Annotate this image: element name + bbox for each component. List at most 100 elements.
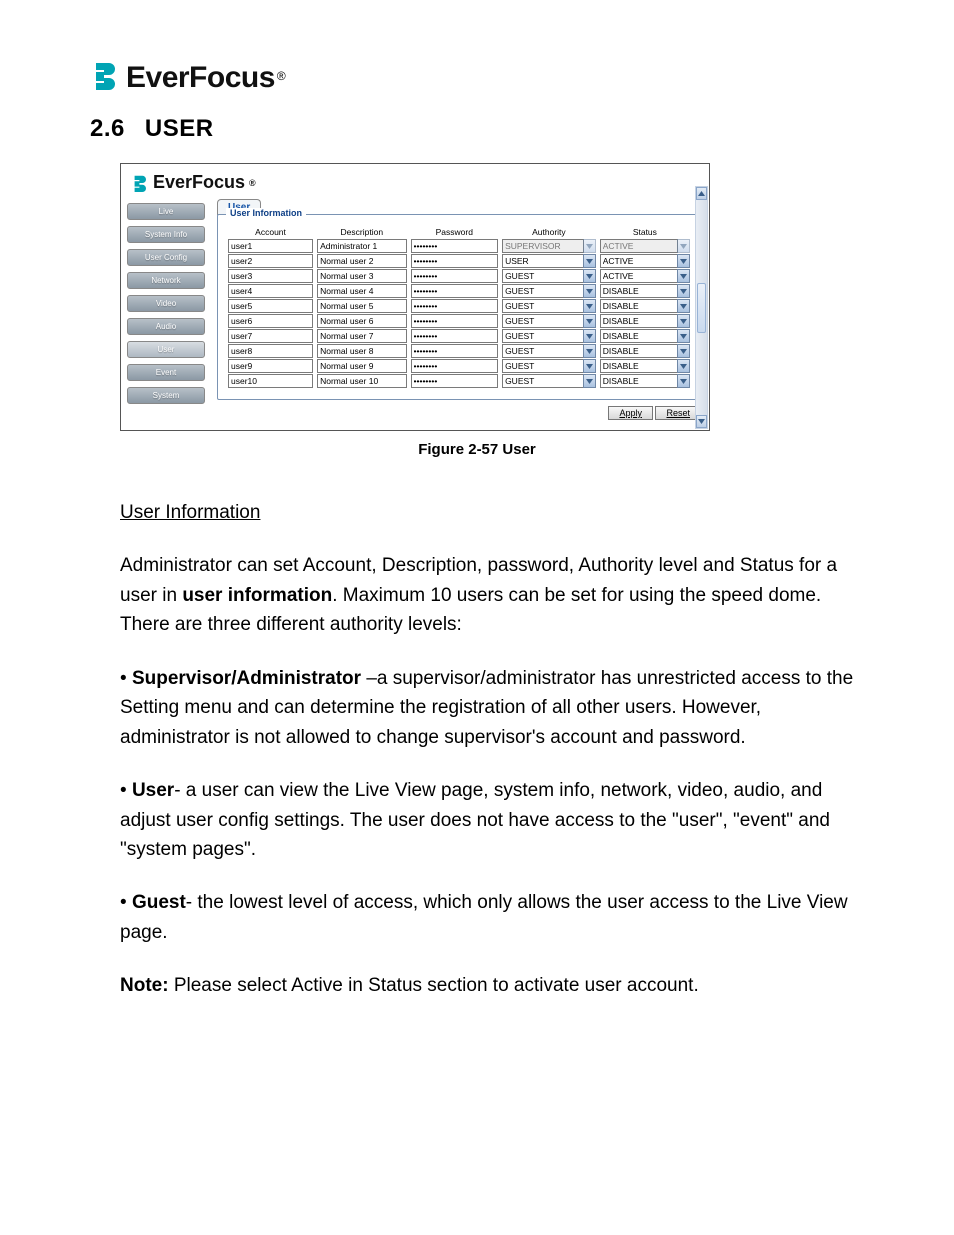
description-input[interactable] — [317, 314, 406, 328]
col-account: Account — [226, 226, 315, 238]
chevron-down-icon[interactable] — [677, 284, 690, 298]
apply-button[interactable]: Apply — [608, 406, 653, 420]
password-input[interactable] — [411, 284, 499, 298]
status-select — [600, 239, 678, 253]
chevron-down-icon[interactable] — [583, 359, 596, 373]
password-input[interactable] — [411, 269, 499, 283]
sidebar-item-audio[interactable]: Audio — [127, 318, 205, 335]
brand-logo: EverFocus® — [90, 60, 864, 95]
authority-select[interactable] — [502, 314, 584, 328]
table-row — [226, 239, 692, 253]
description-input[interactable] — [317, 359, 406, 373]
section-heading: 2.6USER — [90, 115, 864, 143]
authority-select[interactable] — [502, 344, 584, 358]
status-select[interactable] — [600, 374, 678, 388]
scrollbar[interactable] — [695, 186, 708, 429]
sidebar-item-live[interactable]: Live — [127, 203, 205, 220]
password-input[interactable] — [411, 314, 499, 328]
scroll-down-icon[interactable] — [696, 415, 707, 428]
chevron-down-icon[interactable] — [677, 344, 690, 358]
password-input[interactable] — [411, 329, 499, 343]
col-authority: Authority — [500, 226, 598, 238]
user-info-panel: User Information Account Description Pas… — [217, 214, 701, 400]
authority-select[interactable] — [502, 254, 584, 268]
sidebar-item-system[interactable]: System — [127, 387, 205, 404]
chevron-down-icon[interactable] — [677, 329, 690, 343]
table-row — [226, 314, 692, 328]
description-input[interactable] — [317, 374, 406, 388]
description-input[interactable] — [317, 239, 406, 253]
sidebar-item-video[interactable]: Video — [127, 295, 205, 312]
status-select[interactable] — [600, 299, 678, 313]
account-input[interactable] — [228, 344, 313, 358]
status-select[interactable] — [600, 329, 678, 343]
sidebar-item-network[interactable]: Network — [127, 272, 205, 289]
sidebar-item-user[interactable]: User — [127, 341, 205, 358]
chevron-down-icon[interactable] — [677, 314, 690, 328]
figure-caption: Figure 2-57 User — [90, 441, 864, 458]
chevron-down-icon[interactable] — [583, 344, 596, 358]
chevron-down-icon[interactable] — [583, 314, 596, 328]
chevron-down-icon[interactable] — [677, 374, 690, 388]
account-input[interactable] — [228, 329, 313, 343]
user-table: Account Description Password Authority S… — [226, 225, 692, 389]
status-select[interactable] — [600, 269, 678, 283]
description-input[interactable] — [317, 299, 406, 313]
sidebar-item-system-info[interactable]: System Info — [127, 226, 205, 243]
status-select[interactable] — [600, 359, 678, 373]
chevron-down-icon[interactable] — [583, 374, 596, 388]
description-input[interactable] — [317, 284, 406, 298]
sidebar: Live System Info User Config Network Video Au… — [121, 197, 211, 430]
authority-select — [502, 239, 584, 253]
sidebar-item-user-config[interactable]: User Config — [127, 249, 205, 266]
account-input[interactable] — [228, 314, 313, 328]
description-input[interactable] — [317, 329, 406, 343]
account-input[interactable] — [228, 359, 313, 373]
chevron-down-icon[interactable] — [583, 254, 596, 268]
status-select[interactable] — [600, 344, 678, 358]
table-row — [226, 269, 692, 283]
table-row — [226, 299, 692, 313]
description-input[interactable] — [317, 344, 406, 358]
password-input[interactable] — [411, 254, 499, 268]
status-select[interactable] — [600, 314, 678, 328]
chevron-down-icon[interactable] — [677, 269, 690, 283]
account-input[interactable] — [228, 254, 313, 268]
description-input[interactable] — [317, 269, 406, 283]
password-input[interactable] — [411, 359, 499, 373]
screenshot-panel: EverFocus® LiveSystem InfoUser ConfigNet… — [120, 163, 710, 431]
chevron-down-icon[interactable] — [583, 329, 596, 343]
table-row — [226, 374, 692, 388]
sidebar-item-event[interactable]: Event — [127, 364, 205, 381]
password-input[interactable] — [411, 239, 499, 253]
brand-text: EverFocus® — [126, 61, 286, 95]
status-select[interactable] — [600, 254, 678, 268]
table-row — [226, 359, 692, 373]
table-row — [226, 344, 692, 358]
scroll-up-icon[interactable] — [696, 187, 707, 200]
chevron-down-icon[interactable] — [677, 299, 690, 313]
authority-select[interactable] — [502, 359, 584, 373]
chevron-down-icon[interactable] — [583, 284, 596, 298]
panel-legend: User Information — [226, 208, 306, 218]
status-select[interactable] — [600, 284, 678, 298]
chevron-down-icon[interactable] — [583, 299, 596, 313]
password-input[interactable] — [411, 299, 499, 313]
chevron-down-icon[interactable] — [677, 359, 690, 373]
account-input[interactable] — [228, 299, 313, 313]
account-input[interactable] — [228, 269, 313, 283]
description-input[interactable] — [317, 254, 406, 268]
authority-select[interactable] — [502, 329, 584, 343]
authority-select[interactable] — [502, 269, 584, 283]
chevron-down-icon[interactable] — [677, 254, 690, 268]
account-input[interactable] — [228, 239, 313, 253]
chevron-down-icon[interactable] — [583, 269, 596, 283]
authority-select[interactable] — [502, 299, 584, 313]
scroll-thumb[interactable] — [697, 283, 706, 333]
account-input[interactable] — [228, 374, 313, 388]
password-input[interactable] — [411, 344, 499, 358]
password-input[interactable] — [411, 374, 499, 388]
authority-select[interactable] — [502, 374, 584, 388]
authority-select[interactable] — [502, 284, 584, 298]
account-input[interactable] — [228, 284, 313, 298]
